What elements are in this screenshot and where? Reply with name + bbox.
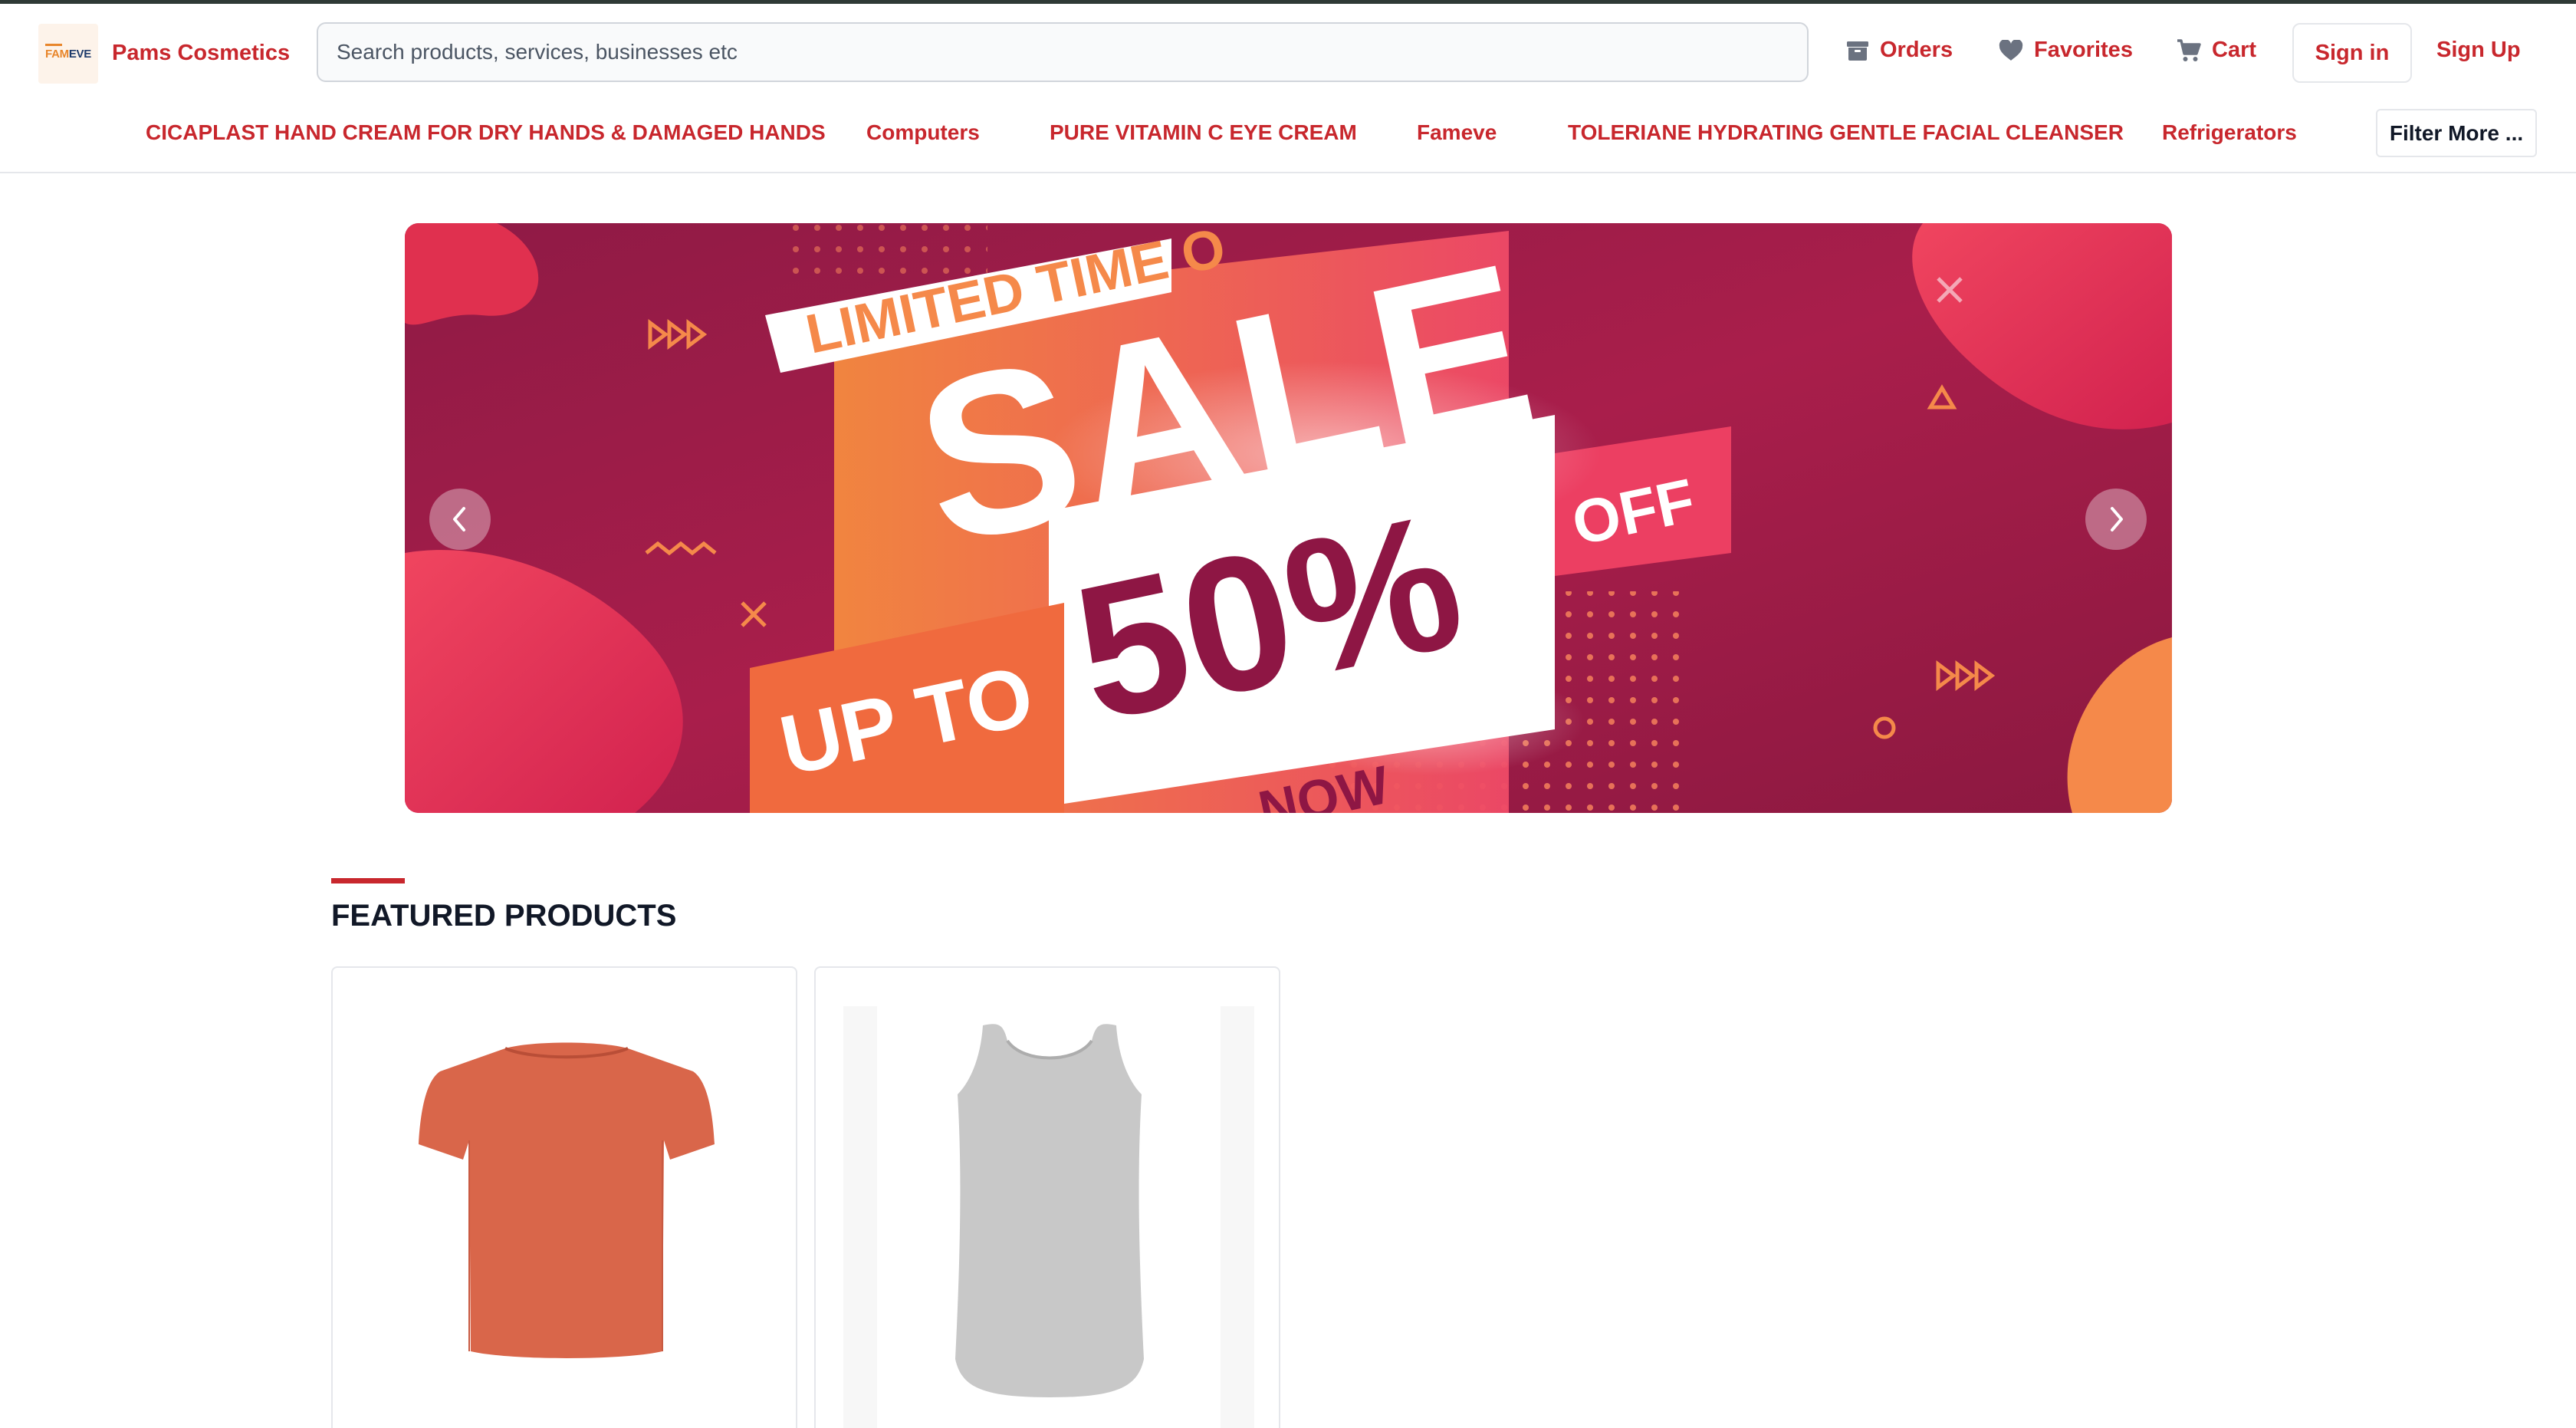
product-card[interactable] xyxy=(814,966,1280,1428)
logo-decoration xyxy=(45,44,62,46)
favorites-label: Favorites xyxy=(2034,38,2133,62)
category-link-fameve[interactable]: Fameve xyxy=(1417,120,1497,145)
category-link-vitamin-c-eye-cream[interactable]: PURE VITAMIN C EYE CREAM xyxy=(1050,120,1357,145)
carousel-prev-button[interactable] xyxy=(429,489,491,550)
shop-name-link[interactable]: Pams Cosmetics xyxy=(112,41,290,66)
category-link-cicaplast[interactable]: CICAPLAST HAND CREAM FOR DRY HANDS & DAM… xyxy=(146,120,826,145)
category-link-toleriane-cleanser[interactable]: TOLERIANE HYDRATING GENTLE FACIAL CLEANS… xyxy=(1568,120,2124,145)
shopping-cart-icon xyxy=(2177,38,2201,61)
chevron-left-icon xyxy=(453,507,465,531)
category-link-computers[interactable]: Computers xyxy=(866,120,980,145)
brand-logo[interactable]: FAMEVE xyxy=(38,24,98,84)
filter-more-button[interactable]: Filter More ... xyxy=(2376,109,2537,157)
featured-products-title: FEATURED PRODUCTS xyxy=(331,899,677,933)
category-link-refrigerators[interactable]: Refrigerators xyxy=(2162,120,2297,145)
site-header: FAMEVE Pams Cosmetics Orders Favorites C… xyxy=(0,4,2576,173)
sale-banner-graphic: LIMITED TIME O SALE UP TO 50% OFF NOW xyxy=(405,223,2172,813)
cart-link[interactable]: Cart xyxy=(2177,38,2256,63)
section-title-accent xyxy=(331,878,405,883)
product-image-gray-tank-top xyxy=(843,1006,1254,1428)
archive-box-icon xyxy=(1847,41,1868,61)
sign-in-button[interactable]: Sign in xyxy=(2292,23,2412,83)
favorites-link[interactable]: Favorites xyxy=(1999,38,2133,63)
logo-wordmark: FAMEVE xyxy=(45,48,91,61)
logo-text-fam: FAM xyxy=(45,47,69,61)
product-image-orange-tshirt xyxy=(419,1042,715,1358)
orders-link[interactable]: Orders xyxy=(1846,38,1953,63)
heart-icon xyxy=(1999,39,2023,61)
sign-up-link[interactable]: Sign Up xyxy=(2436,38,2521,63)
orders-label: Orders xyxy=(1880,38,1953,62)
product-card[interactable] xyxy=(331,966,797,1428)
carousel-next-button[interactable] xyxy=(2085,489,2147,550)
cart-label: Cart xyxy=(2212,38,2257,62)
chevron-right-icon xyxy=(2111,507,2123,531)
logo-text-eve: EVE xyxy=(68,47,91,61)
promo-banner-carousel[interactable]: LIMITED TIME O SALE UP TO 50% OFF NOW xyxy=(405,223,2172,813)
search-input[interactable] xyxy=(317,22,1809,82)
